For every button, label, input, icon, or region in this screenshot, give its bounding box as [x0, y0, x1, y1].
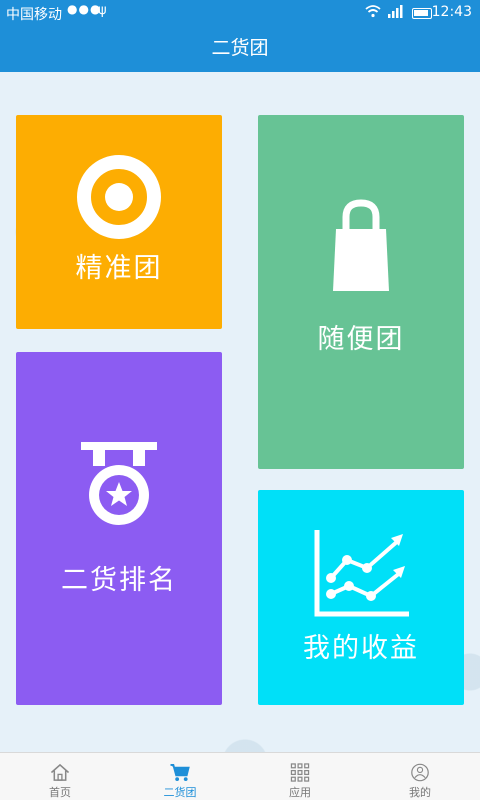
status-bar: 中国移动 ●●● ψ 12:43	[0, 0, 480, 26]
signal-dots: ●●●	[67, 2, 102, 16]
casual-group-tile[interactable]: 随便团	[258, 115, 464, 469]
trend-chart-icon	[314, 530, 409, 617]
bottom-nav: 首页 二货团 应用 我的	[0, 752, 480, 800]
precise-group-tile[interactable]: 精准团	[16, 115, 222, 329]
tile-label: 精准团	[75, 252, 163, 284]
wifi-icon	[365, 5, 381, 18]
home-icon	[50, 763, 70, 781]
tile-grid: 精准团 随便团 二货排名 我的收益	[0, 72, 480, 752]
battery-icon	[412, 8, 432, 19]
nav-label: 应用	[289, 786, 311, 799]
user-icon	[411, 763, 429, 782]
my-earnings-tile[interactable]: 我的收益	[258, 490, 464, 705]
nav-item-home[interactable]: 首页	[0, 753, 120, 800]
grid-icon	[290, 763, 310, 782]
clock: 12:43	[431, 4, 472, 20]
shopping-bag-icon	[333, 198, 389, 291]
medal-icon	[81, 442, 157, 525]
cell-signal-icon	[388, 5, 403, 18]
nav-item-ehuo-group[interactable]: 二货团	[120, 753, 240, 800]
tile-label: 二货排名	[61, 565, 177, 596]
nav-label: 首页	[49, 786, 71, 799]
carrier-name: 中国移动	[6, 7, 62, 23]
ranking-tile[interactable]: 二货排名	[16, 352, 222, 705]
nav-item-apps[interactable]: 应用	[240, 753, 360, 800]
nav-item-mine[interactable]: 我的	[360, 753, 480, 800]
tile-label: 随便团	[317, 323, 405, 355]
cart-icon	[170, 763, 190, 782]
target-icon	[77, 154, 161, 239]
nav-label: 二货团	[163, 786, 197, 799]
page-title: 二货团	[211, 37, 269, 59]
tile-label: 我的收益	[303, 633, 419, 664]
usb-icon: ψ	[98, 3, 107, 18]
nav-label: 我的	[409, 786, 431, 799]
title-bar: 二货团	[0, 26, 480, 72]
